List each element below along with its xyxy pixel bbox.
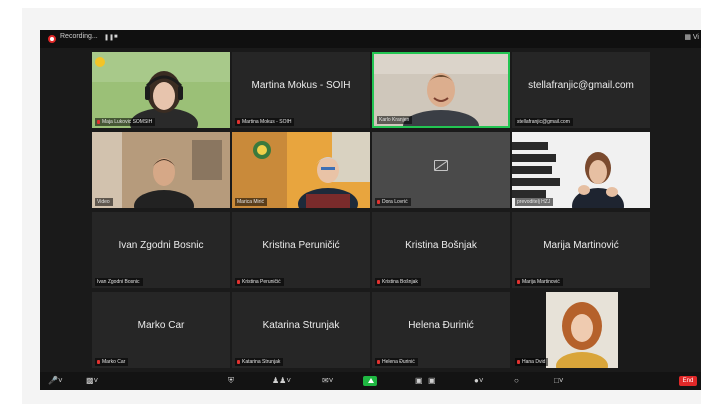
participant-tile[interactable]: Kristina Peruničić Kristina Peruničić [232,212,370,288]
muted-mic-icon [237,120,240,124]
video-camera-icon[interactable]: ▩˅ [86,375,98,386]
participant-display-name: Kristina Peruničić [262,240,340,251]
participant-tile[interactable]: prevoditelj HZJ [512,132,650,208]
participant-display-name: Marija Martinović [543,240,619,251]
stop-recording-icon[interactable]: ■ [114,34,118,40]
participant-name-tag: Video [95,198,113,206]
muted-mic-icon [97,360,100,364]
participant-name-tag: Dora Lovrić [375,198,411,206]
view-button-label: Vi [692,34,699,41]
participant-display-name: Marko Car [137,320,185,331]
muted-mic-icon [97,120,100,124]
participant-tile-active-speaker[interactable]: Karlo Kranjen [372,52,510,128]
participant-tile[interactable]: Kristina Bošnjak Kristina Bošnjak [372,212,510,288]
participant-tile[interactable]: Dora Lovrić [372,132,510,208]
participant-video [512,292,650,368]
participant-tile[interactable]: Katarina Strunjak Katarina Strunjak [232,292,370,368]
participant-video [512,132,650,208]
participant-video [92,132,230,208]
participant-tile[interactable]: Maja Lukovic SOMSIH [92,52,230,128]
participant-name-tag: Helena Đurinić [375,358,418,366]
participant-display-name: Ivan Zgodni Bosnic [118,240,204,251]
participant-tile[interactable]: Hana Dvid [512,292,650,368]
pause-recording-icon[interactable]: ❚❚ [104,34,114,41]
participant-tile[interactable]: Video [92,132,230,208]
participant-tile[interactable]: Martina Mokus - SOIH Martina Mokus - SOI… [232,52,370,128]
top-bar: Recording... ❚❚ ■ ▦ Vi [40,30,701,48]
participant-name-tag: Martina Mokus - SOIH [235,118,295,126]
participant-name-tag: Marica Mirić [235,198,267,206]
muted-mic-icon [517,280,520,284]
participant-name-tag: Maja Lukovic SOMSIH [95,118,156,126]
chat-icon[interactable]: ✉˅ [322,375,333,386]
view-button[interactable]: ▦ Vi [684,33,699,41]
participant-name-tag: Hana Dvid [515,358,549,366]
gallery-view: Maja Lukovic SOMSIH Martina Mokus - SOIH… [92,52,650,372]
apps-icon[interactable]: ●˅ [474,375,484,386]
participant-display-name: Katarina Strunjak [262,320,340,331]
muted-mic-icon [237,360,240,364]
participant-display-name: stellafranjic@gmail.com [528,80,634,91]
more-icon[interactable]: □˅ [554,375,564,386]
recording-label: Recording... [60,33,98,40]
participant-name-tag: stellafranjic@gmail.com [515,118,573,126]
participants-icon[interactable]: ♟♟˅ [272,375,291,386]
participant-tile[interactable]: Ivan Zgodni Bosnic Ivan Zgodni Bosnic [92,212,230,288]
zoom-meeting-window: Recording... ❚❚ ■ ▦ Vi Maja Lukovic SOMS… [40,30,701,390]
end-meeting-button[interactable]: End [679,376,697,386]
participant-display-name: Kristina Bošnjak [405,240,477,251]
participant-tile[interactable]: stellafranjic@gmail.com stellafranjic@gm… [512,52,650,128]
recording-indicator-icon [48,35,56,43]
muted-mic-icon [517,360,520,364]
muted-mic-icon [237,280,240,284]
participant-display-name: Martina Mokus - SOIH [251,80,351,91]
participant-tile[interactable]: Helena Đurinić Helena Đurinić [372,292,510,368]
reactions-icon[interactable]: ▣ [428,375,436,386]
participant-name-tag: Kristina Peruničić [235,278,284,286]
participant-video [92,52,230,128]
share-screen-icon[interactable] [363,376,377,386]
camera-off-icon [434,160,448,171]
participant-name-tag: Ivan Zgodni Bosnic [95,278,143,286]
security-icon[interactable]: ⛨ [228,375,234,386]
participant-name-tag: Marko Car [95,358,129,366]
muted-mic-icon [377,360,380,364]
meeting-controls-bar: 🎤˅ ▩˅ ⛨ ♟♟˅ ✉˅ ▣ ▣ ●˅ ○ □˅ End [40,372,701,390]
participant-name-tag: Karlo Kranjen [377,116,413,124]
microphone-icon[interactable]: 🎤˅ [48,375,63,386]
muted-mic-icon [377,280,380,284]
participant-video [232,132,370,208]
whiteboard-icon[interactable]: ○ [514,375,519,386]
record-icon[interactable]: ▣ [415,375,423,386]
participant-name-tag: Marija Martinović [515,278,563,286]
participant-name-tag: Katarina Strunjak [235,358,284,366]
participant-tile[interactable]: Marko Car Marko Car [92,292,230,368]
participant-name-tag: prevoditelj HZJ [515,198,554,206]
participant-name-tag: Kristina Bošnjak [375,278,421,286]
participant-display-name: Helena Đurinić [408,320,474,331]
participant-tile[interactable]: Marica Mirić [232,132,370,208]
muted-mic-icon [377,200,380,204]
participant-tile[interactable]: Marija Martinović Marija Martinović [512,212,650,288]
